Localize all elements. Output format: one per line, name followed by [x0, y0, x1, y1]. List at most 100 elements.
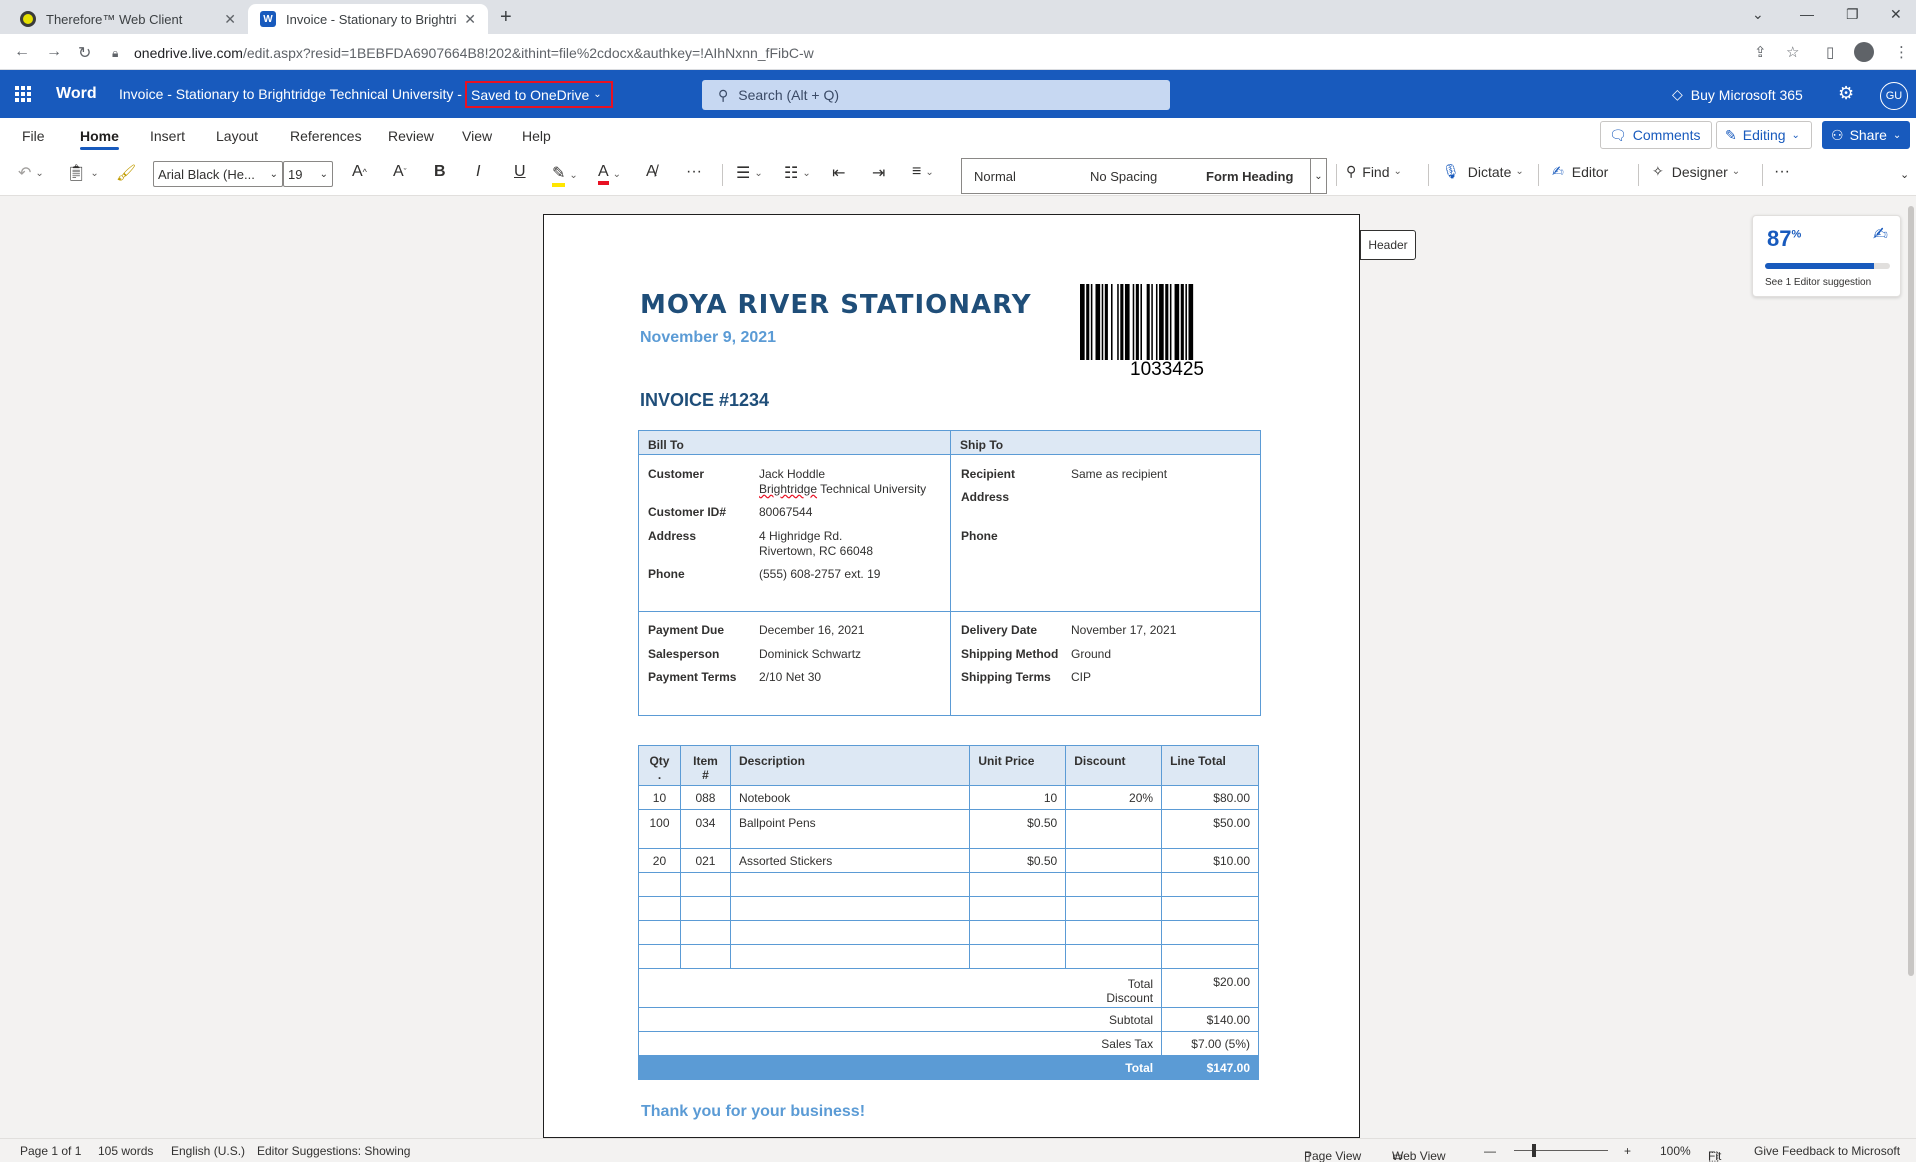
undo-icon[interactable]: ↶ ⌄: [18, 163, 44, 183]
dictate-button[interactable]: 🎙︎ Dictate ⌄: [1442, 163, 1524, 180]
close-tab-icon[interactable]: ✕: [224, 11, 236, 28]
tab-insert[interactable]: Insert: [150, 128, 185, 144]
url-host: onedrive.live.com: [134, 45, 243, 61]
scrollbar-thumb[interactable]: [1908, 206, 1914, 976]
ribbon: File Home Insert Layout References Revie…: [0, 118, 1916, 196]
grow-font-icon[interactable]: A ^: [352, 163, 367, 181]
browser-tab-therefore[interactable]: Therefore™ Web Client ✕: [8, 4, 248, 34]
word-count[interactable]: 105 words: [98, 1144, 153, 1158]
app-launcher-icon[interactable]: [15, 86, 31, 102]
decrease-indent-icon[interactable]: ⇤: [832, 163, 845, 183]
minimize-icon[interactable]: —: [1800, 6, 1814, 22]
style-no-spacing[interactable]: No Spacing: [1090, 169, 1157, 184]
bullets-icon[interactable]: ☰ ⌄: [736, 163, 763, 183]
total-discount-label-line-2: Discount: [1106, 991, 1154, 1005]
invoice-date: November 9, 2021: [640, 329, 777, 346]
designer-button[interactable]: ✧ Designer ⌄: [1652, 163, 1740, 180]
header-tag[interactable]: Header: [1360, 230, 1416, 260]
search-placeholder: Search (Alt + Q): [738, 87, 840, 103]
style-normal[interactable]: Normal: [974, 169, 1016, 184]
settings-gear-icon[interactable]: ⚙: [1838, 83, 1854, 104]
editor-score-card[interactable]: 87% ✍ See 1 Editor suggestion: [1752, 215, 1901, 297]
collapse-ribbon-icon[interactable]: ⌄: [1900, 168, 1909, 181]
highlight-color-icon[interactable]: ✎ ⌄: [552, 163, 578, 187]
subtotal-label: Subtotal: [637, 1007, 1163, 1032]
forward-arrow-icon[interactable]: →: [46, 43, 62, 61]
ship-phone-label: Phone: [961, 529, 998, 543]
tab-search-icon[interactable]: ⌄: [1752, 6, 1764, 23]
font-color-icon[interactable]: A ⌄: [598, 163, 621, 185]
styles-expand-icon[interactable]: ⌄: [1310, 159, 1326, 193]
more-options-icon[interactable]: ···: [1774, 163, 1790, 181]
vertical-scrollbar[interactable]: [1906, 196, 1916, 1138]
shrink-font-icon[interactable]: Aˇ: [393, 163, 407, 181]
side-panel-icon[interactable]: ▯: [1826, 43, 1834, 61]
url-path: /edit.aspx?resid=1BEBFDA6907664B8!202&it…: [242, 45, 814, 61]
url-field[interactable]: 🔒︎ onedrive.live.com /edit.aspx?resid=1B…: [112, 41, 1742, 65]
editor-suggestions-status[interactable]: Editor Suggestions: Showing: [257, 1144, 410, 1158]
close-window-icon[interactable]: ✕: [1890, 6, 1902, 23]
editor-button[interactable]: ✍ Editor: [1552, 163, 1608, 180]
feedback-link[interactable]: Give Feedback to Microsoft: [1754, 1144, 1900, 1158]
underline-icon[interactable]: U: [514, 163, 526, 181]
restore-icon[interactable]: ❐: [1846, 6, 1859, 23]
zoom-slider-track[interactable]: [1514, 1150, 1608, 1151]
tab-review[interactable]: Review: [388, 128, 434, 144]
pencil-icon: ✎: [1725, 126, 1737, 143]
editing-mode-button[interactable]: ✎ Editing ⌄: [1716, 121, 1812, 149]
zoom-slider-thumb[interactable]: [1532, 1144, 1536, 1157]
more-font-options-icon[interactable]: ···: [686, 163, 702, 181]
recipient-label: Recipient: [961, 467, 1016, 481]
tab-references[interactable]: References: [290, 128, 362, 144]
font-name-combobox[interactable]: Arial Black (He... ⌄: [153, 161, 283, 187]
language[interactable]: English (U.S.): [171, 1144, 245, 1158]
reload-icon[interactable]: ↻: [78, 43, 91, 63]
italic-icon[interactable]: I: [476, 163, 480, 181]
discount-cell: [1065, 848, 1163, 873]
align-icon[interactable]: ≡ ⌄: [912, 163, 934, 181]
editor-suggestion-link[interactable]: See 1 Editor suggestion: [1765, 277, 1871, 288]
back-arrow-icon[interactable]: ←: [14, 43, 30, 61]
account-avatar[interactable]: GU: [1880, 82, 1908, 110]
find-button[interactable]: ⚲ Find ⌄: [1346, 163, 1402, 180]
tab-layout[interactable]: Layout: [216, 128, 258, 144]
clear-formatting-icon[interactable]: A̸: [646, 163, 657, 181]
editor-score: 87%: [1767, 226, 1801, 252]
bold-icon[interactable]: B: [434, 163, 446, 181]
search-box[interactable]: ⚲ Search (Alt + Q): [702, 80, 1170, 110]
app-name[interactable]: Word: [56, 85, 97, 103]
paste-icon[interactable]: 📋︎ ⌄: [66, 163, 99, 183]
tab-home[interactable]: Home: [80, 128, 119, 150]
close-tab-icon[interactable]: ✕: [464, 11, 476, 28]
table-row: 100 034 Ballpoint Pens $0.50 $50.00: [638, 809, 1259, 849]
numbering-icon[interactable]: ☷ ⌄: [784, 163, 811, 183]
tab-file[interactable]: File: [22, 128, 45, 144]
save-status-button[interactable]: Saved to OneDrive ⌄: [465, 81, 613, 108]
document-title[interactable]: Invoice - Stationary to Brightridge Tech…: [119, 86, 462, 102]
find-label: Find: [1362, 163, 1390, 180]
zoom-level[interactable]: 100%: [1660, 1144, 1691, 1158]
tab-title: Invoice - Stationary to Brightridge: [286, 11, 457, 27]
divider: [1762, 164, 1763, 186]
zoom-out-icon[interactable]: —: [1484, 1144, 1496, 1158]
comments-button[interactable]: 🗨︎ Comments: [1600, 121, 1712, 149]
tab-view[interactable]: View: [462, 128, 492, 144]
browser-profile-avatar[interactable]: [1854, 42, 1874, 62]
zoom-in-icon[interactable]: +: [1624, 1144, 1631, 1158]
buy-microsoft-365-link[interactable]: ◇ Buy Microsoft 365: [1672, 86, 1803, 103]
browser-tab-word[interactable]: W Invoice - Stationary to Brightridge ✕: [248, 4, 488, 34]
increase-indent-icon[interactable]: ⇥: [872, 163, 885, 183]
style-form-heading[interactable]: Form Heading: [1206, 169, 1293, 184]
bookmark-star-icon[interactable]: ☆: [1786, 43, 1799, 61]
browser-menu-icon[interactable]: ⋮: [1894, 43, 1909, 61]
font-size-combobox[interactable]: 19 ⌄: [283, 161, 333, 187]
new-tab-icon[interactable]: +: [500, 6, 512, 29]
editing-label: Editing: [1742, 127, 1786, 143]
search-icon: ⚲: [1346, 163, 1357, 179]
format-painter-icon[interactable]: 🖌︎: [116, 163, 136, 183]
word-favicon-icon: W: [260, 11, 276, 27]
tab-help[interactable]: Help: [522, 128, 551, 144]
barcode-bar: [1180, 284, 1184, 360]
share-page-icon[interactable]: ⇪: [1754, 43, 1767, 61]
share-button[interactable]: ⚇ Share ⌄: [1822, 121, 1910, 149]
